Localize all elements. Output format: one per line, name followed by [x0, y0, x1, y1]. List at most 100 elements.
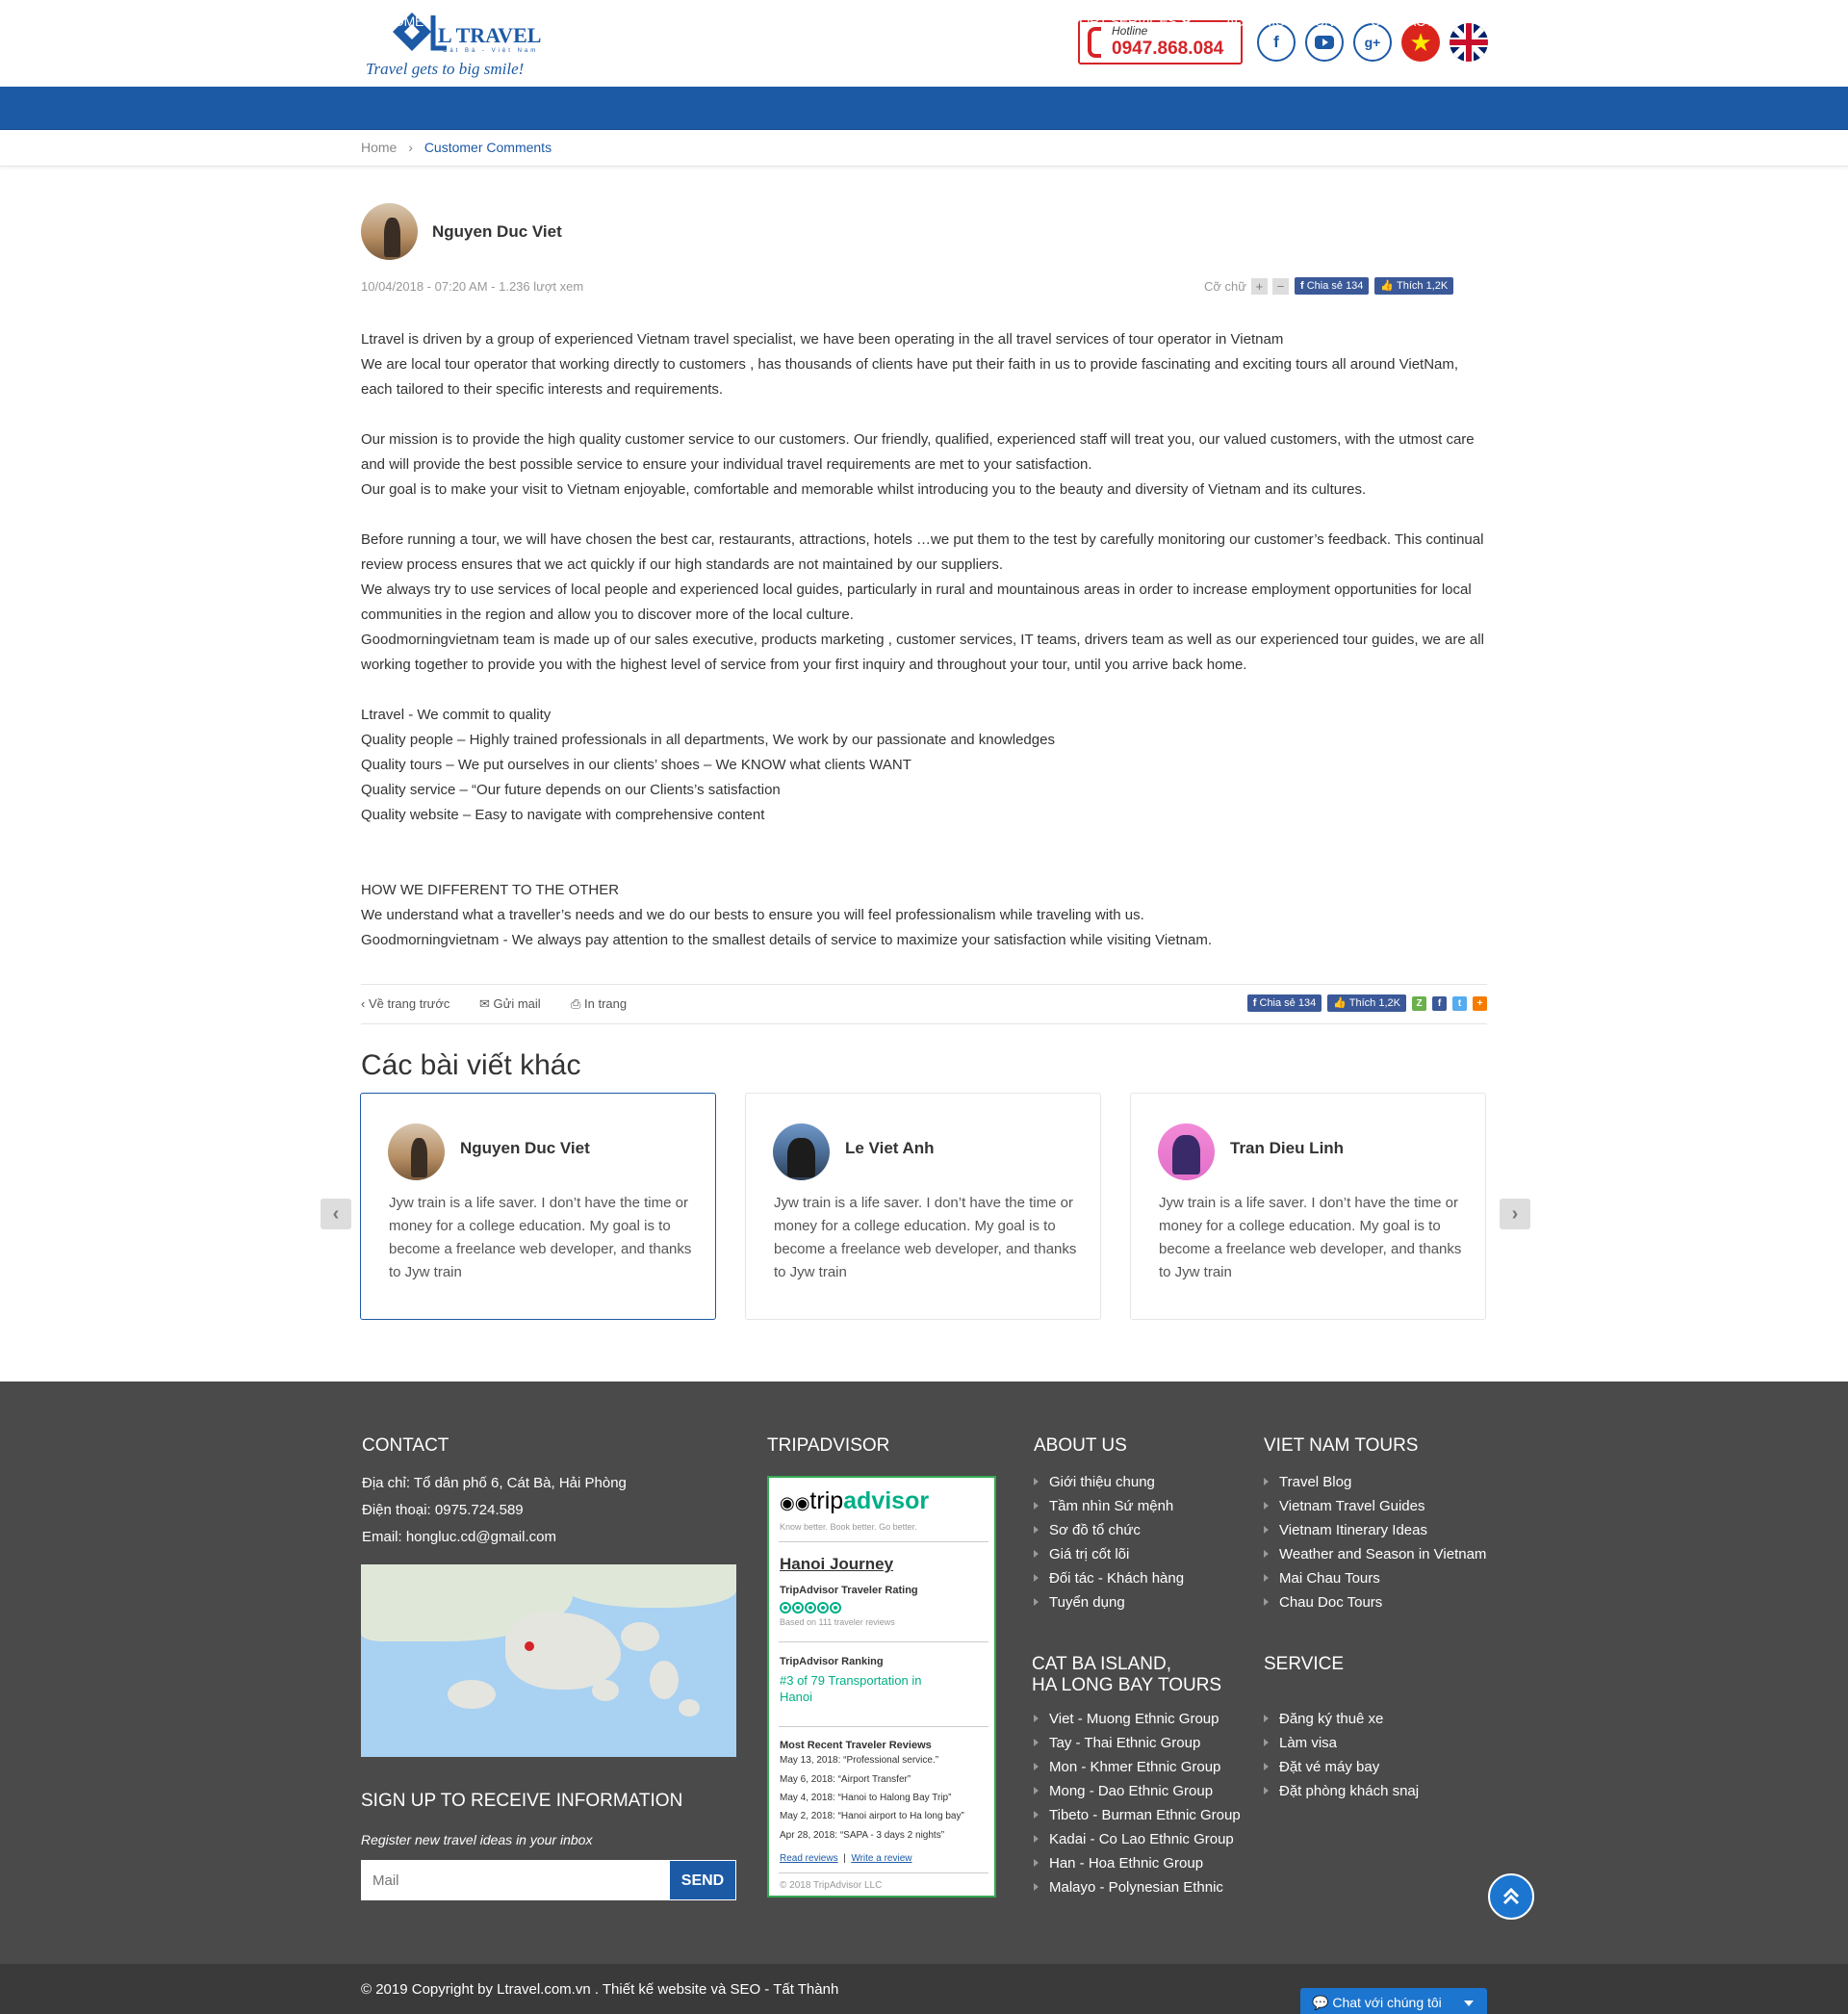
nav-home[interactable]: HOME	[366, 0, 442, 43]
chat-widget-button[interactable]: 💬 Chat với chúng tôi	[1300, 1988, 1487, 2014]
chevron-down-icon	[821, 14, 831, 25]
avatar	[388, 1123, 445, 1180]
footer-about-title: ABOUT US	[1034, 1435, 1127, 1456]
article-paragraph: Ltravel - We commit to quality	[361, 707, 552, 723]
related-card[interactable]: Le Viet Anh Jyw train is a life saver. I…	[745, 1093, 1101, 1320]
carousel-prev-button[interactable]: ‹	[321, 1199, 351, 1229]
signup-email-input[interactable]	[361, 1860, 669, 1900]
breadcrumb-bar	[0, 130, 1848, 167]
review-item[interactable]: May 13, 2018: “Professional service.”	[780, 1755, 938, 1766]
author-avatar	[361, 203, 418, 260]
footer-contact-info: Địa chỉ: Tổ dân phố 6, Cát Bà, Hải Phòng…	[362, 1470, 627, 1551]
related-card[interactable]: Tran Dieu Linh Jyw train is a life saver…	[1130, 1093, 1486, 1320]
font-decrease-button[interactable]: −	[1271, 277, 1289, 295]
more-share-icon[interactable]: +	[1473, 995, 1487, 1011]
footer-vn-tours-link[interactable]: Travel Blog	[1264, 1470, 1486, 1494]
facebook-like-button[interactable]: 👍 Thích 1,2K	[1374, 277, 1454, 295]
review-item[interactable]: Apr 28, 2018: “SAPA - 3 days 2 nights”	[780, 1830, 944, 1841]
tripadvisor-logo: ◉◉tripadvisor	[780, 1487, 930, 1514]
map-pin-icon	[525, 1641, 534, 1651]
breadcrumb-current[interactable]: Customer Comments	[424, 140, 552, 155]
footer-service-link[interactable]: Làm visa	[1264, 1731, 1419, 1755]
article-paragraph	[361, 828, 1487, 853]
footer-vn-tours-link[interactable]: Mai Chau Tours	[1264, 1566, 1486, 1590]
breadcrumb-home[interactable]: Home	[361, 140, 397, 155]
footer-catba-link[interactable]: Viet - Muong Ethnic Group	[1034, 1707, 1241, 1731]
scroll-to-top-button[interactable]	[1488, 1873, 1534, 1920]
nav-transport-services[interactable]: TRANSPORT SERVICES	[1008, 0, 1208, 43]
carousel-next-button[interactable]: ›	[1500, 1199, 1530, 1229]
tripadvisor-business[interactable]: Hanoi Journey	[780, 1555, 893, 1574]
footer-catba-link[interactable]: Tibeto - Burman Ethnic Group	[1034, 1803, 1241, 1827]
related-title: Các bài viết khác	[361, 1049, 581, 1081]
logo-tagline: Travel gets to big smile!	[366, 60, 525, 78]
send-mail-link[interactable]: ✉ Gửi mail	[479, 996, 541, 1012]
nav-contact-us[interactable]: CONTACT US	[1352, 0, 1474, 43]
read-reviews-link[interactable]: Read reviews	[780, 1853, 838, 1864]
article-paragraph	[361, 678, 1487, 703]
print-link[interactable]: ⎙ In trang	[571, 996, 627, 1012]
footer-vn-tours-link[interactable]: Vietnam Travel Guides	[1264, 1494, 1486, 1518]
footer-about-link[interactable]: Giá trị cốt lõi	[1034, 1542, 1184, 1566]
footer-vn-tours-link[interactable]: Weather and Season in Vietnam	[1264, 1542, 1486, 1566]
ranking-title: TripAdvisor Ranking	[780, 1656, 884, 1667]
review-item[interactable]: May 4, 2018: “Hanoi to Halong Bay Trip”	[780, 1793, 951, 1803]
footer-catba-link[interactable]: Kadai - Co Lao Ethnic Group	[1034, 1827, 1241, 1851]
facebook-share-button-bottom[interactable]: f Chia sẻ 134	[1246, 994, 1322, 1012]
footer-about-link[interactable]: Sơ đồ tổ chức	[1034, 1518, 1184, 1542]
card-text: Jyw train is a life saver. I don’t have …	[774, 1195, 1077, 1280]
avatar	[1158, 1123, 1215, 1180]
article-views: 1.236 lượt xem	[499, 279, 584, 294]
nav-catba-tours[interactable]: CAT BA ISLAND, HA LONG BAY TOURS	[558, 0, 848, 43]
zing-share-icon[interactable]: Z	[1412, 995, 1426, 1011]
footer-catba-link[interactable]: Mon - Khmer Ethnic Group	[1034, 1755, 1241, 1779]
tripadvisor-links: Read reviews | Write a review	[780, 1853, 912, 1864]
location-map[interactable]	[361, 1564, 736, 1757]
chevron-down-icon	[981, 14, 991, 25]
footer-about-link[interactable]: Giới thiệu chung	[1034, 1470, 1184, 1494]
font-increase-button[interactable]: +	[1250, 277, 1268, 295]
related-card[interactable]: Nguyen Duc Viet Jyw train is a life save…	[360, 1093, 716, 1320]
footer-vn-tours-link[interactable]: Vietnam Itinerary Ideas	[1264, 1518, 1486, 1542]
footer-vn-tours-list: Travel Blog Vietnam Travel Guides Vietnam …	[1264, 1470, 1486, 1614]
footer-about-link[interactable]: Đối tác - Khách hàng	[1034, 1566, 1184, 1590]
review-item[interactable]: May 6, 2018: “Airport Transfer”	[780, 1774, 911, 1785]
footer-catba-link[interactable]: Malayo - Polynesian Ethnic	[1034, 1875, 1241, 1899]
footer-catba-link[interactable]: Mong - Dao Ethnic Group	[1034, 1779, 1241, 1803]
footer-vn-tours-link[interactable]: Chau Doc Tours	[1264, 1590, 1486, 1614]
footer-catba-link[interactable]: Tay - Thai Ethnic Group	[1034, 1731, 1241, 1755]
footer-email[interactable]: Email: hongluc.cd@gmail.com	[362, 1524, 627, 1551]
article-paragraph: We always try to use services of local p…	[361, 581, 1472, 623]
footer-service-link[interactable]: Đặt vé máy bay	[1264, 1755, 1419, 1779]
footer-service-link[interactable]: Đăng ký thuê xe	[1264, 1707, 1419, 1731]
footer-address: Địa chỉ: Tổ dân phố 6, Cát Bà, Hải Phòng	[362, 1475, 627, 1491]
footer-phone: Điện thoại: 0975.724.589	[362, 1502, 524, 1518]
facebook-share-icon[interactable]: f	[1432, 995, 1447, 1011]
share-bar: f Chia sẻ 134 👍 Thích 1,2K Z f t +	[1242, 994, 1487, 1012]
footer-service-link[interactable]: Đặt phòng khách snaj	[1264, 1779, 1419, 1803]
nav-about-us[interactable]: ABOUT US	[442, 0, 558, 43]
nav-accomodation[interactable]: ACCOMODATION	[1208, 0, 1352, 43]
chevron-down-icon[interactable]	[1464, 2001, 1474, 2006]
article-meta: 10/04/2018 - 07:20 AM - 1.236 lượt xem	[361, 279, 584, 294]
article-paragraph	[361, 503, 1487, 528]
facebook-like-button-bottom[interactable]: 👍 Thích 1,2K	[1327, 994, 1406, 1012]
tripadvisor-slogan: Know better. Book better. Go better.	[780, 1522, 917, 1532]
write-review-link[interactable]: Write a review	[851, 1853, 911, 1864]
article-paragraph	[361, 402, 1487, 427]
ranking-text[interactable]: #3 of 79 Transportation in Hanoi	[780, 1672, 953, 1705]
twitter-share-icon[interactable]: t	[1452, 995, 1467, 1011]
footer-about-link[interactable]: Tuyển dụng	[1034, 1590, 1184, 1614]
footer-service-title: SERVICE	[1264, 1654, 1345, 1674]
chevron-down-icon	[1181, 14, 1192, 25]
tripadvisor-widget[interactable]: ◉◉tripadvisor Know better. Book better. …	[767, 1476, 996, 1898]
nav-vietnam-tours[interactable]: VIET NAM TOURS	[848, 0, 1008, 43]
footer-catba-link[interactable]: Han - Hoa Ethnic Group	[1034, 1851, 1241, 1875]
review-item[interactable]: May 2, 2018: “Hanoi airport to Ha long b…	[780, 1811, 964, 1821]
signup-send-button[interactable]: SEND	[669, 1860, 736, 1900]
facebook-share-button[interactable]: f Chia sẻ 134	[1294, 277, 1370, 295]
footer-about-link[interactable]: Tầm nhìn Sứ mệnh	[1034, 1494, 1184, 1518]
footer-contact-title: CONTACT	[362, 1435, 449, 1456]
chevron-down-icon	[531, 14, 542, 25]
back-link[interactable]: ‹ Về trang trước	[361, 996, 449, 1011]
